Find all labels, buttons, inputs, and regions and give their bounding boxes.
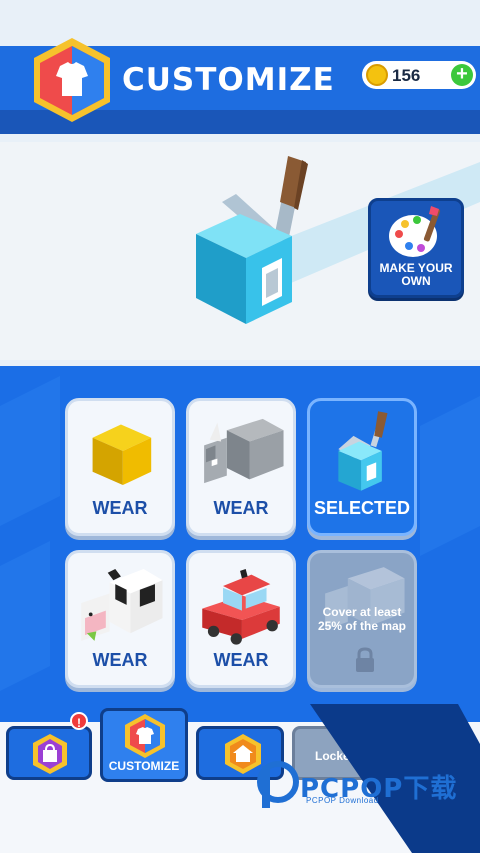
- skin-card-selected[interactable]: SELECTED: [307, 398, 417, 536]
- lock-icon: [356, 647, 374, 672]
- card-label: WEAR: [213, 498, 269, 518]
- shop-bag-hex-icon: [33, 734, 67, 774]
- plus-icon: +: [456, 63, 468, 85]
- yellow-cube-icon: [92, 424, 152, 486]
- card-label: WEAR: [92, 650, 148, 670]
- red-car-icon: [202, 568, 280, 645]
- make-your-own-label: MAKE YOUR OWN: [379, 261, 453, 288]
- add-coins-button[interactable]: +: [451, 64, 473, 86]
- cow-icon: [81, 568, 163, 641]
- page-title: CUSTOMIZE: [122, 62, 335, 98]
- shop-notification-badge: !: [70, 712, 88, 730]
- rhino-icon: [204, 418, 284, 484]
- watermark-subtitle: PCPOP Download: [306, 796, 379, 805]
- skin-card-locked[interactable]: Cover at least 25% of the map: [307, 550, 417, 688]
- shirt-hex-icon: [125, 714, 165, 758]
- house-icon: [225, 734, 261, 774]
- palette-brush-icon: [389, 206, 441, 257]
- coin-count: 156: [392, 66, 421, 85]
- nav-locked-label: Locked: [314, 749, 357, 763]
- card-label: SELECTED: [313, 498, 410, 518]
- paint-roller-cube-icon: [338, 411, 388, 491]
- nav-customize-button[interactable]: CUSTOMIZE: [100, 708, 188, 782]
- coin-icon: [366, 64, 388, 86]
- skin-card-red-car[interactable]: WEAR: [186, 550, 296, 688]
- nav-shop-button[interactable]: [6, 726, 92, 780]
- nav-home-button[interactable]: [196, 726, 284, 780]
- card-label: WEAR: [92, 498, 148, 518]
- card-label: WEAR: [213, 650, 269, 670]
- skin-card-cow[interactable]: WEAR: [65, 550, 175, 688]
- skin-card-rhino[interactable]: WEAR: [186, 398, 296, 536]
- locked-rhino-silhouette-icon: [325, 567, 405, 630]
- shirt-hex-logo-icon: [34, 38, 110, 122]
- nav-customize-label: CUSTOMIZE: [108, 759, 180, 773]
- skin-card-yellow-cube[interactable]: WEAR: [65, 398, 175, 536]
- unlock-requirement-text: Cover at least 25% of the map: [317, 605, 407, 633]
